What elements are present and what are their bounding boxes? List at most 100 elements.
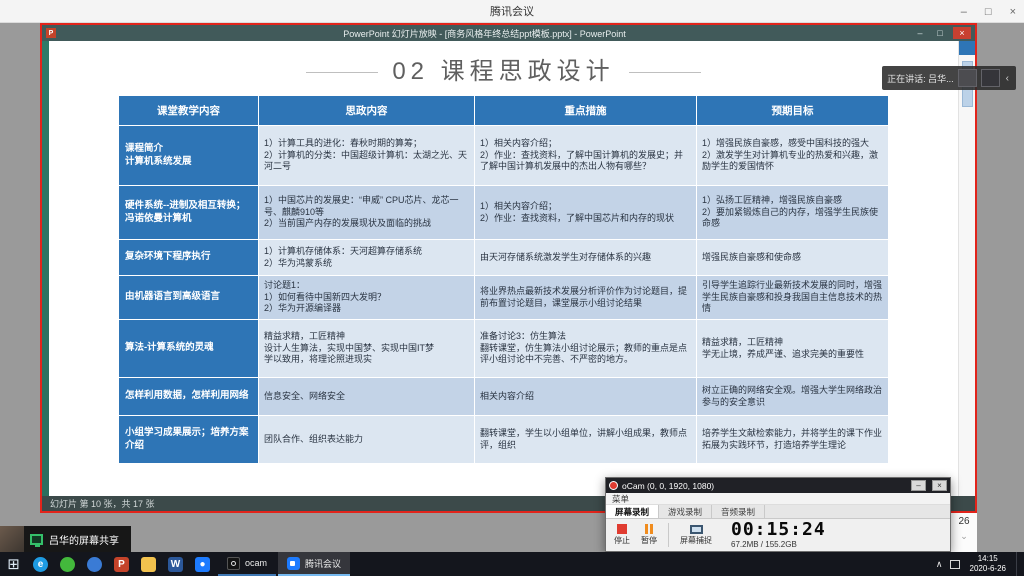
ocam-titlebar[interactable]: oCam (0, 0, 1920, 1080) – ×: [606, 478, 950, 493]
column-header: 预期目标: [697, 96, 889, 126]
scrollbar[interactable]: [958, 41, 975, 496]
table-cell: 1）相关内容介绍； 2）作业：查找资料，了解中国芯片和内存的现状: [475, 186, 697, 240]
ocam-tab-3[interactable]: 音频录制: [712, 505, 765, 518]
recording-size: 67.2MB / 155.2GB: [731, 540, 797, 549]
table-cell: 相关内容介绍: [475, 378, 697, 416]
table-cell: 1）中国芯片的发展史：“申威” CPU芯片、龙芯一号、麒麟910等 2）当前国产…: [259, 186, 475, 240]
powerpoint-window-title: PowerPoint 幻灯片放映 - [商务风格年终总结ppt模板.pptx] …: [62, 27, 907, 40]
row-title-cell: 怎样利用数据，怎样利用网络: [119, 378, 259, 416]
screen-share-icon: [30, 534, 43, 545]
table-cell: 由天河存储系统激发学生对存储体系的兴趣: [475, 240, 697, 276]
ocam-logo-icon: [609, 481, 618, 490]
edge-browser-icon[interactable]: e: [27, 552, 54, 576]
close-icon[interactable]: ×: [1010, 6, 1016, 18]
taskbar-task-ocam[interactable]: ocam: [218, 552, 276, 576]
slide-title-row: 02 课程思政设计: [49, 59, 958, 85]
meeting-window-title: 腾讯会议: [490, 3, 534, 19]
browser-icon[interactable]: [81, 552, 108, 576]
minimize-icon[interactable]: –: [961, 6, 967, 18]
speaking-text: 正在讲话: 吕华...: [887, 72, 954, 85]
table-cell: 引导学生追踪行业最新技术发展的同时，增强学生民族自豪感和投身我国自主信息技术的热…: [697, 276, 889, 320]
table-cell: 1）计算工具的进化：春秋时期的算筹； 2）计算机的分类：中国超级计算机：太湖之光…: [259, 126, 475, 186]
slide-counter: 幻灯片 第 10 张，共 17 张: [50, 497, 155, 510]
scrollbar-top-block[interactable]: [959, 41, 975, 55]
table-cell: 培养学生文献检索能力，并将学生的课下作业拓展为实践环节，打造培养学生理论: [697, 416, 889, 464]
ocam-stop-button[interactable]: 停止: [614, 524, 630, 546]
ocam-tabs: 屏幕录制游戏录制音频录制: [606, 505, 950, 519]
tray-status-icon[interactable]: [950, 560, 960, 569]
video-thumbnail[interactable]: [958, 69, 977, 87]
row-title-cell: 由机器语言到高级语言: [119, 276, 259, 320]
row-title-cell: 硬件系统--进制及相互转换；冯诺依曼计算机: [119, 186, 259, 240]
system-tray: ∧ 14:15 2020-6-26: [936, 552, 1024, 576]
taskbar: ⊞e P W● ocam 腾讯会议 ∧ 14:15 2020-6-26: [0, 552, 1024, 576]
ocam-menu-item[interactable]: 菜单: [612, 493, 629, 505]
stop-label: 停止: [614, 535, 630, 546]
table-row: 算法-计算系统的灵魂精益求精，工匠精神 设计人生算法，实现中国梦、实现中国IT梦…: [119, 320, 889, 378]
table-cell: 1）计算机存储体系：天河超算存储系统 2）华为鸿蒙系统: [259, 240, 475, 276]
ocam-window-title: oCam (0, 0, 1920, 1080): [622, 481, 905, 491]
screen-capture-icon: [690, 525, 703, 534]
table-cell: 树立正确的网络安全观。增强大学生网络政治参与的安全意识: [697, 378, 889, 416]
stop-icon: [617, 524, 627, 534]
powerpoint-icon[interactable]: P: [108, 552, 135, 576]
ocam-tab-1[interactable]: 屏幕录制: [606, 505, 659, 518]
ocam-close-icon[interactable]: ×: [932, 480, 947, 491]
speaking-indicator[interactable]: 正在讲话: 吕华... ‹: [882, 66, 1016, 90]
collapse-arrow-icon[interactable]: ‹: [1004, 73, 1011, 84]
table-cell: 精益求精，工匠精神 设计人生算法，实现中国梦、实现中国IT梦 学以致用，将理论照…: [259, 320, 475, 378]
recording-timer: 00:15:24: [731, 521, 826, 539]
tray-expand-icon[interactable]: ∧: [936, 559, 943, 570]
ocam-tab-2[interactable]: 游戏录制: [659, 505, 712, 518]
title-divider-left: [306, 72, 378, 73]
table-row: 硬件系统--进制及相互转换；冯诺依曼计算机1）中国芯片的发展史：“申威” CPU…: [119, 186, 889, 240]
background-window-sliver: 26 ⌄: [950, 513, 977, 552]
ppt-minimize-icon[interactable]: –: [913, 28, 927, 38]
ppt-close-icon[interactable]: ×: [953, 27, 971, 39]
tencent-meeting-pin-icon[interactable]: ●: [189, 552, 216, 576]
chevron-down-icon[interactable]: ⌄: [960, 531, 968, 542]
table-cell: 翻转课堂，学生以小组单位，讲解小组成果，教师点评，组织: [475, 416, 697, 464]
ppt-maximize-icon[interactable]: □: [933, 28, 947, 38]
slide-title: 02 课程思政设计: [392, 59, 614, 85]
maximize-icon[interactable]: □: [985, 6, 992, 18]
title-divider-right: [629, 72, 701, 73]
table-header-row: 课堂教学内容思政内容重点措施预期目标: [119, 96, 889, 126]
ocam-task-label: ocam: [245, 558, 267, 568]
row-title-cell: 算法-计算系统的灵魂: [119, 320, 259, 378]
ocam-window: oCam (0, 0, 1920, 1080) – × 菜单 屏幕录制游戏录制音…: [605, 477, 951, 552]
tray-time: 14:15: [970, 554, 1006, 564]
meeting-task-label: 腾讯会议: [305, 557, 341, 570]
capture-label: 屏幕捕捉: [680, 535, 712, 546]
ocam-capture-button[interactable]: 屏幕捕捉: [680, 525, 712, 546]
tray-date: 2020-6-26: [970, 564, 1006, 574]
ocam-menubar[interactable]: 菜单: [606, 493, 950, 505]
file-explorer-icon[interactable]: [135, 552, 162, 576]
wechat-icon[interactable]: [54, 552, 81, 576]
word-icon[interactable]: W: [162, 552, 189, 576]
ocam-minimize-icon[interactable]: –: [911, 480, 926, 491]
start-icon[interactable]: ⊞: [0, 552, 27, 576]
taskbar-clock[interactable]: 14:15 2020-6-26: [967, 554, 1009, 574]
taskbar-task-meeting[interactable]: 腾讯会议: [278, 552, 350, 576]
column-header: 重点措施: [475, 96, 697, 126]
presenter-avatar: [0, 526, 24, 552]
ocam-pause-button[interactable]: 暂停: [641, 524, 657, 546]
show-desktop-button[interactable]: [1016, 552, 1020, 576]
table-row: 由机器语言到高级语言讨论题1： 1）如何看待中国新四大发明？ 2）华为开源编译器…: [119, 276, 889, 320]
video-thumbnail[interactable]: [981, 69, 1000, 87]
table-row: 小组学习成果展示；培养方案介绍团队合作、组织表达能力翻转课堂，学生以小组单位，讲…: [119, 416, 889, 464]
powerpoint-app-icon: P: [46, 28, 56, 38]
table-row: 课程简介 计算机系统发展1）计算工具的进化：春秋时期的算筹； 2）计算机的分类：…: [119, 126, 889, 186]
column-header: 思政内容: [259, 96, 475, 126]
table-row: 怎样利用数据，怎样利用网络信息安全、网络安全相关内容介绍树立正确的网络安全观。增…: [119, 378, 889, 416]
table-cell: 1）相关内容介绍； 2）作业：查找资料，了解中国计算机的发展史；并了解中国计算机…: [475, 126, 697, 186]
table-cell: 团队合作、组织表达能力: [259, 416, 475, 464]
shared-screen-region: P PowerPoint 幻灯片放映 - [商务风格年终总结ppt模板.pptx…: [40, 23, 977, 513]
taskbar-icons: ⊞e P W●: [0, 552, 216, 576]
ocam-taskbar-icon: [227, 557, 240, 570]
table-cell: 准备讨论3：仿生算法 翻转课堂，仿生算法小组讨论展示；教师的重点是点评小组讨论中…: [475, 320, 697, 378]
screen-share-label: 吕华的屏幕共享: [49, 532, 119, 547]
pause-icon: [645, 524, 653, 534]
pause-label: 暂停: [641, 535, 657, 546]
